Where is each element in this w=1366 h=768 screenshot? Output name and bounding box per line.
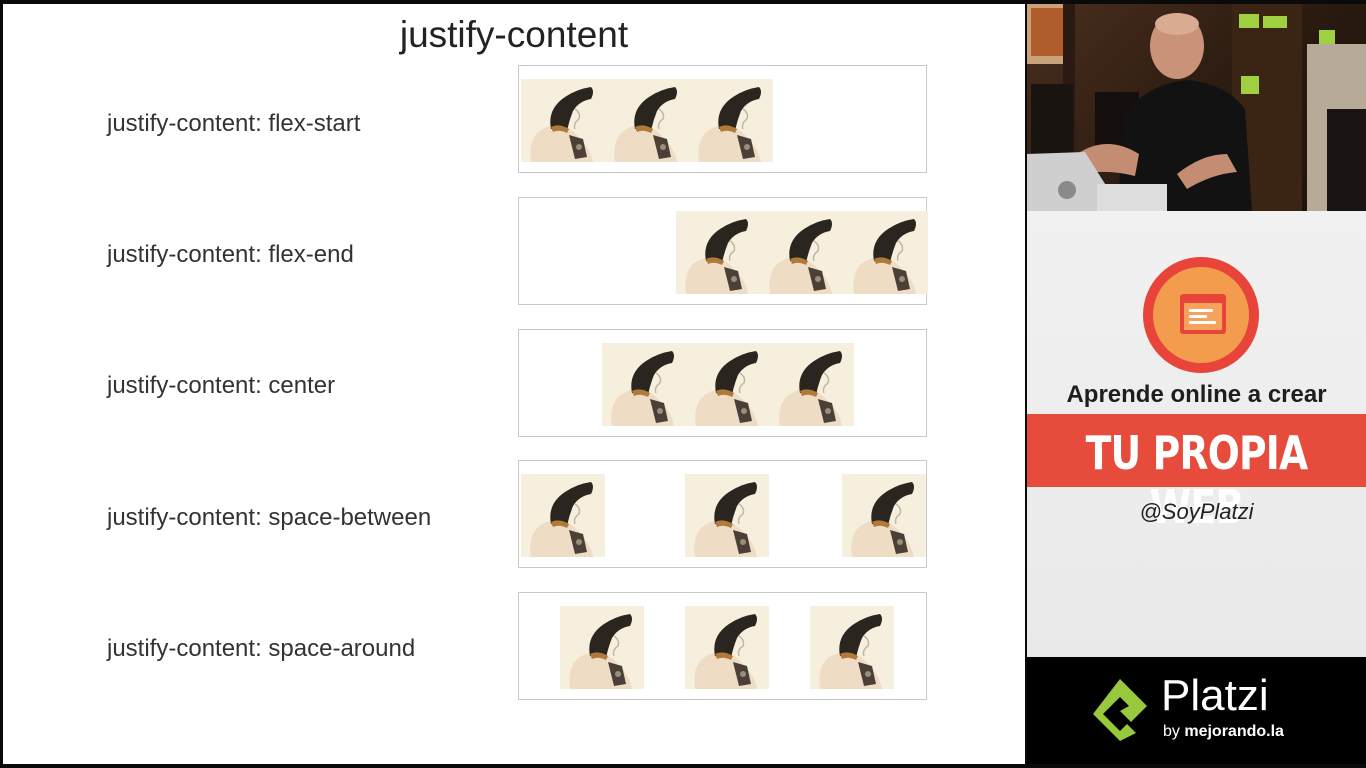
ad-social-handle: @SoyPlatzi [1139,499,1254,524]
horn-tile-image [605,79,689,162]
row-label-space-around: justify-content: space-around [107,635,416,662]
horn-tile-image [686,343,770,426]
demo-box-flex-start [518,65,927,173]
webcam-video [1027,4,1366,211]
horn-tile-image [760,211,844,294]
horn-tile-image [685,606,769,689]
ad-tagline: Aprende online a crear [1066,381,1327,408]
horn-tile-image [602,343,686,426]
horn-tile-image [560,606,644,689]
demo-box-center [518,329,927,437]
horn-tile-image [810,606,894,689]
demo-box-space-between [518,460,927,568]
horn-tile-image [770,343,854,426]
browser-window-icon [1143,257,1259,373]
row-label-flex-start: justify-content: flex-start [107,110,361,137]
row-label-flex-end: justify-content: flex-end [107,241,354,268]
row-label-space-between: justify-content: space-between [107,504,432,531]
horn-tile-image [844,211,928,294]
horn-tile-image [521,79,605,162]
horn-tile-image [689,79,773,162]
platzi-ad-panel: Aprende online a crear TU PROPIA WEB @So… [1027,211,1366,657]
horn-tile-image [685,474,769,557]
slide-title: justify-content [399,14,629,55]
demo-box-space-around [518,592,927,700]
demo-box-flex-end [518,197,928,305]
brand-byline: by mejorando.la [1163,723,1284,740]
ad-banner: TU PROPIA WEB [1027,414,1366,534]
presenter-video-frame [1027,4,1366,211]
platzi-brand-bar: Platzi by mejorando.la [1027,657,1366,764]
row-label-center: justify-content: center [107,372,336,399]
horn-tile-image [521,474,605,557]
platzi-logo-icon [1093,679,1147,741]
horn-tile-image [676,211,760,294]
brand-name: Platzi [1161,671,1269,720]
horn-tile-image [842,474,926,557]
presentation-slide: justify-content justify-content: flex-st… [3,4,1025,764]
